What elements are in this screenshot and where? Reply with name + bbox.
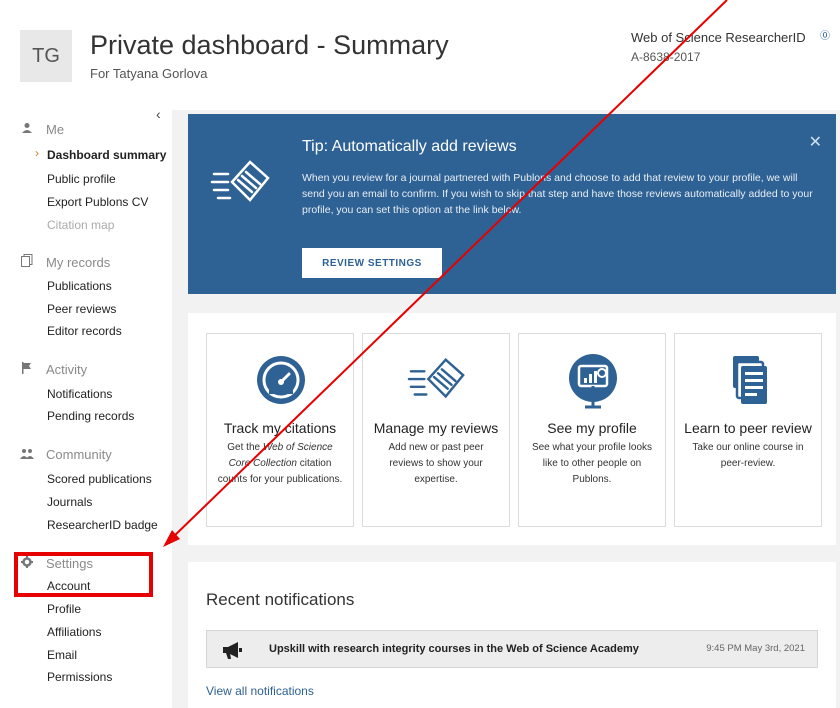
sidebar-group-label: Activity (46, 362, 88, 377)
feature-cards: Track my citations Get the Web of Scienc… (188, 313, 836, 545)
card-description: See what your profile looks like to othe… (531, 442, 653, 485)
tip-title: Tip: Automatically add reviews (302, 138, 517, 155)
gauge-icon (257, 356, 305, 404)
sidebar-item-export-cv[interactable]: Export Publons CV (47, 195, 148, 209)
section-title: Recent notifications (206, 590, 355, 609)
card-see-profile[interactable]: See my profile See what your profile loo… (518, 333, 666, 527)
card-title: Learn to peer review (684, 420, 812, 436)
document-icon (407, 357, 465, 399)
close-icon[interactable]: ✕ (809, 132, 822, 152)
people-icon (20, 448, 34, 462)
card-track-citations[interactable]: Track my citations Get the Web of Scienc… (206, 333, 354, 527)
help-icon[interactable]: ⓪ (820, 27, 830, 42)
tip-body: When you review for a journal partnered … (302, 172, 813, 216)
sidebar-group-my-records: My records (20, 254, 110, 270)
view-all-notifications-link[interactable]: View all notifications (206, 684, 314, 698)
card-title: Manage my reviews (373, 420, 499, 436)
researcherid-value: A-8638-2017 (631, 50, 701, 64)
person-icon (20, 122, 34, 137)
sidebar-item-publications[interactable]: Publications (47, 279, 112, 293)
page-subtitle: For Tatyana Gorlova (90, 66, 208, 81)
records-icon (20, 254, 34, 270)
annotation-highlight-box (14, 552, 153, 597)
papers-icon (733, 356, 767, 404)
document-icon (210, 160, 270, 202)
avatar: TG (20, 30, 72, 82)
notification-text: Upskill with research integrity courses … (269, 643, 639, 655)
page-title: Private dashboard - Summary (90, 30, 449, 60)
sidebar-item-affiliations[interactable]: Affiliations (47, 625, 101, 639)
sidebar-item-pending-records[interactable]: Pending records (47, 409, 134, 423)
review-settings-button[interactable]: REVIEW SETTINGS (302, 248, 442, 278)
flag-icon (20, 362, 34, 377)
megaphone-icon (223, 642, 242, 659)
sidebar-group-label: My records (46, 254, 111, 270)
card-title: Track my citations (223, 420, 337, 436)
card-description: Add new or past peer reviews to show you… (388, 442, 484, 485)
sidebar-group-me: Me (20, 122, 64, 137)
card-description: Take our online course in peer-review. (692, 442, 804, 469)
sidebar-item-peer-reviews[interactable]: Peer reviews (47, 302, 116, 316)
card-learn-peer-review[interactable]: Learn to peer review Take our online cou… (674, 333, 822, 527)
sidebar-item-notifications[interactable]: Notifications (47, 387, 112, 401)
card-description: Get the Web of Science Core Collection c… (217, 442, 343, 485)
sidebar-item-journals[interactable]: Journals (47, 495, 92, 509)
sidebar-item-editor-records[interactable]: Editor records (47, 324, 122, 338)
sidebar-item-dashboard-summary[interactable]: Dashboard summary (47, 148, 166, 162)
sidebar-item-public-profile[interactable]: Public profile (47, 172, 116, 186)
sidebar-item-scored-publications[interactable]: Scored publications (47, 472, 152, 486)
sidebar-item-researcherid-badge[interactable]: ResearcherID badge (47, 518, 158, 532)
sidebar-group-label: Community (46, 447, 112, 462)
sidebar-item-permissions[interactable]: Permissions (47, 670, 112, 684)
chevron-right-icon: › (35, 146, 39, 160)
monitor-chart-icon (569, 354, 617, 409)
sidebar-group-community: Community (20, 447, 112, 462)
sidebar-item-email[interactable]: Email (47, 648, 77, 662)
notification-item[interactable]: Upskill with research integrity courses … (206, 630, 818, 668)
card-title: See my profile (547, 420, 637, 436)
sidebar-collapse-button[interactable]: ‹ (156, 106, 161, 122)
sidebar-group-activity: Activity (20, 362, 87, 377)
researcherid-label: Web of Science ResearcherID (631, 30, 806, 45)
sidebar-group-label: Me (46, 122, 65, 137)
tip-banner: Tip: Automatically add reviews When you … (188, 114, 836, 294)
sidebar-item-citation-map[interactable]: Citation map (47, 218, 114, 232)
notifications-section: Recent notifications Upskill with resear… (188, 562, 836, 708)
sidebar-item-profile[interactable]: Profile (47, 602, 81, 616)
notification-time: 9:45 PM May 3rd, 2021 (706, 643, 805, 654)
card-manage-reviews[interactable]: Manage my reviews Add new or past peer r… (362, 333, 510, 527)
